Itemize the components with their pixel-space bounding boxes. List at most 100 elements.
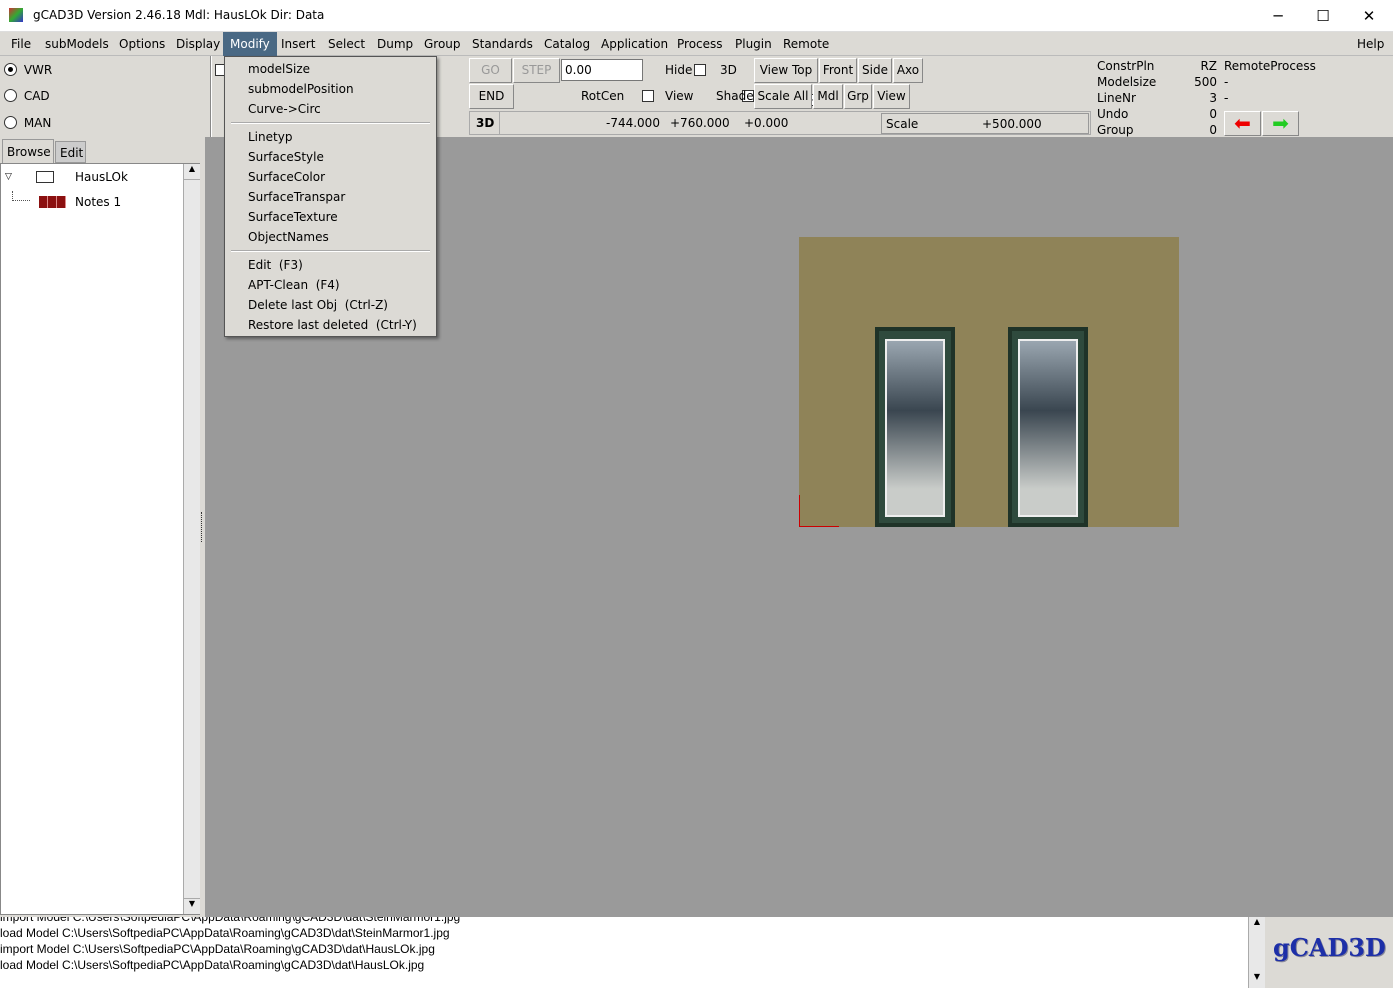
menu-item-objectnames[interactable]: ObjectNames xyxy=(248,230,329,244)
message-log[interactable]: import Model C:\Users\SoftpediaPC\AppDat… xyxy=(0,917,1248,988)
menu-select[interactable]: Select xyxy=(321,32,372,56)
scale-all-button[interactable]: Scale All xyxy=(754,84,812,109)
grp-button[interactable]: Grp xyxy=(844,84,872,109)
menu-item-edit[interactable]: Edit (F3) xyxy=(248,258,303,272)
model-icon xyxy=(36,171,54,183)
menu-item-surfacecolor[interactable]: SurfaceColor xyxy=(248,170,325,184)
window-title: gCAD3D Version 2.46.18 Mdl: HausLOk Dir:… xyxy=(33,8,325,22)
log-scrollbar[interactable]: ▲ ▼ xyxy=(1248,917,1265,988)
facade-texture xyxy=(799,237,1179,527)
info-value: 0 xyxy=(1209,107,1217,121)
tree-line xyxy=(12,191,30,201)
tree-child-notes[interactable]: Notes 1 xyxy=(75,195,121,209)
menu-item-apt-clean[interactable]: APT-Clean (F4) xyxy=(248,278,340,292)
rotcen-label: RotCen xyxy=(581,89,625,103)
menu-insert[interactable]: Insert xyxy=(274,32,322,56)
rotcen-checkbox[interactable] xyxy=(642,90,655,102)
side-button[interactable]: Side xyxy=(858,58,892,83)
info-value: 0 xyxy=(1209,123,1217,137)
menu-submodels[interactable]: subModels xyxy=(38,32,116,56)
menu-display[interactable]: Display xyxy=(169,32,227,56)
minimize-button[interactable]: ─ xyxy=(1255,4,1301,28)
menu-standards[interactable]: Standards xyxy=(465,32,540,56)
radio-cad[interactable]: CAD xyxy=(4,89,50,105)
scroll-up-icon[interactable]: ▲ xyxy=(184,164,200,180)
tree-root[interactable]: HausLOk xyxy=(75,170,128,184)
info-label: Undo xyxy=(1097,107,1129,121)
tab-edit[interactable]: Edit xyxy=(55,141,86,163)
tab-browse[interactable]: Browse xyxy=(2,139,54,163)
menu-item-surfacetexture[interactable]: SurfaceTexture xyxy=(248,210,338,224)
step-button[interactable]: STEP xyxy=(513,58,560,83)
radio-label: MAN xyxy=(23,116,52,130)
coord-x: -744.000 xyxy=(606,116,660,130)
menu-item-delete-last[interactable]: Delete last Obj (Ctrl-Z) xyxy=(248,298,388,312)
coord-z: +0.000 xyxy=(744,116,789,130)
window-image xyxy=(1008,327,1088,527)
scale-value: +500.000 xyxy=(982,117,1042,131)
radio-icon xyxy=(4,63,17,76)
menu-catalog[interactable]: Catalog xyxy=(537,32,597,56)
view-button[interactable]: View xyxy=(873,84,910,109)
menu-options[interactable]: Options xyxy=(112,32,172,56)
scroll-down-icon[interactable]: ▼ xyxy=(1249,972,1265,988)
back-arrow-button[interactable]: ⬅ xyxy=(1224,111,1261,136)
info-value: 3 xyxy=(1209,91,1217,105)
menu-remote[interactable]: Remote xyxy=(776,32,836,56)
log-line: import Model C:\Users\SoftpediaPC\AppDat… xyxy=(0,942,435,956)
view-top-button[interactable]: View Top xyxy=(754,58,818,83)
menu-item-submodelposition[interactable]: submodelPosition xyxy=(248,82,354,96)
model-tree: ▽ HausLOk Notes 1 ▲ ▼ xyxy=(0,163,200,915)
hide-label: Hide xyxy=(665,63,693,77)
gcad3d-logo: gCAD3D xyxy=(1273,933,1386,962)
front-button[interactable]: Front xyxy=(819,58,857,83)
end-button[interactable]: END xyxy=(469,84,514,109)
app-icon xyxy=(9,8,23,22)
radio-vwr[interactable]: VWR xyxy=(4,63,53,79)
tree-scrollbar[interactable]: ▲ ▼ xyxy=(183,164,200,914)
step-input[interactable]: 0.00 xyxy=(561,59,643,81)
expand-triangle-icon[interactable]: ▽ xyxy=(5,172,12,182)
menu-item-curve-circ[interactable]: Curve->Circ xyxy=(248,102,321,116)
radio-icon xyxy=(4,116,17,129)
info-value: RZ xyxy=(1200,59,1217,73)
divider xyxy=(210,56,212,137)
hide-checkbox[interactable] xyxy=(694,64,707,76)
axis-indicator xyxy=(799,495,800,527)
menu-item-linetyp[interactable]: Linetyp xyxy=(248,130,292,144)
radio-man[interactable]: MAN xyxy=(4,116,51,132)
title-bar: gCAD3D Version 2.46.18 Mdl: HausLOk Dir:… xyxy=(0,0,1393,32)
radio-label: VWR xyxy=(23,63,53,77)
close-button[interactable]: ✕ xyxy=(1346,4,1392,28)
menu-plugin[interactable]: Plugin xyxy=(728,32,779,56)
menu-modify[interactable]: Modify xyxy=(223,32,277,56)
scroll-up-icon[interactable]: ▲ xyxy=(1249,917,1265,933)
scale-label: Scale xyxy=(886,117,919,131)
maximize-button[interactable]: ☐ xyxy=(1300,4,1346,28)
3d-label: 3D xyxy=(720,63,737,77)
shade-label: Shade xyxy=(716,89,754,103)
modify-menu: modelSize submodelPosition Curve->Circ L… xyxy=(224,56,437,337)
axo-button[interactable]: Axo xyxy=(893,58,923,83)
menu-help[interactable]: Help xyxy=(1350,32,1391,56)
menu-process[interactable]: Process xyxy=(670,32,730,56)
menu-item-modelsize[interactable]: modelSize xyxy=(248,62,310,76)
mdl-button[interactable]: Mdl xyxy=(813,84,843,109)
splitter-handle[interactable] xyxy=(201,512,202,542)
scale-field[interactable]: Scale +500.000 xyxy=(881,113,1089,134)
menu-item-surfacetranspar[interactable]: SurfaceTranspar xyxy=(248,190,345,204)
menu-item-surfacestyle[interactable]: SurfaceStyle xyxy=(248,150,324,164)
menu-dump[interactable]: Dump xyxy=(370,32,420,56)
info-value: 500 xyxy=(1194,75,1217,89)
info-label: LineNr xyxy=(1097,91,1136,105)
forward-arrow-button[interactable]: ➡ xyxy=(1262,111,1299,136)
menu-file[interactable]: File xyxy=(4,32,38,56)
coordinate-bar: 3D -744.000 +760.000 +0.000 Scale +500.0… xyxy=(469,111,1091,135)
menu-item-restore-last[interactable]: Restore last deleted (Ctrl-Y) xyxy=(248,318,417,332)
green-right-arrow-icon: ➡ xyxy=(1272,111,1289,135)
go-button[interactable]: GO xyxy=(469,58,512,83)
axis-indicator xyxy=(799,526,839,527)
scroll-down-icon[interactable]: ▼ xyxy=(184,898,200,914)
menu-group[interactable]: Group xyxy=(417,32,468,56)
menu-application[interactable]: Application xyxy=(594,32,675,56)
